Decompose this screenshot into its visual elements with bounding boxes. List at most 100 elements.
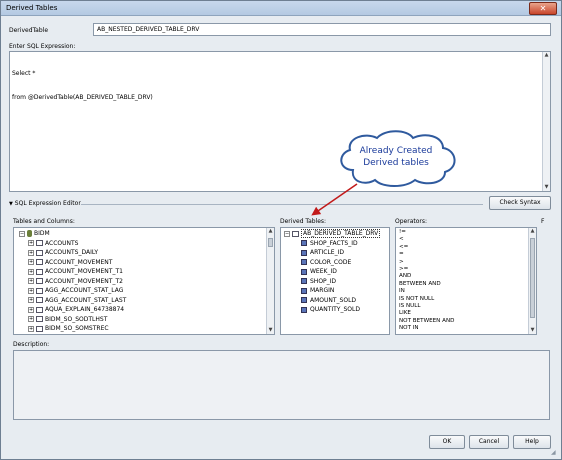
- operator-item[interactable]: IS NOT NULL: [399, 296, 434, 303]
- scroll-up-icon[interactable]: ▲: [543, 52, 550, 59]
- column-row[interactable]: WEEK_ID: [301, 267, 337, 276]
- operator-item[interactable]: NOT IN: [399, 325, 419, 332]
- derived-table-name-input[interactable]: AB_NESTED_DERIVED_TABLE_DRV: [93, 23, 551, 36]
- table-row[interactable]: + AGG_ACCOUNT_STAT_LAST: [28, 296, 126, 305]
- table-row[interactable]: + ACCOUNT_MOVEMENT: [28, 258, 112, 267]
- column-name: COLOR_CODE: [310, 258, 352, 266]
- tree-root-bidm[interactable]: − BIDM: [19, 229, 50, 238]
- tables-columns-label: Tables and Columns:: [13, 218, 75, 225]
- column-icon: [301, 297, 307, 303]
- table-row[interactable]: + ACCOUNT_MOVEMENT_T1: [28, 267, 123, 276]
- expand-icon[interactable]: +: [28, 287, 34, 294]
- expand-icon[interactable]: +: [28, 268, 34, 275]
- scroll-up-icon[interactable]: ▲: [529, 228, 536, 235]
- expand-icon[interactable]: +: [28, 306, 34, 313]
- sql-expression-editor-toggle[interactable]: ▼ SQL Expression Editor: [9, 200, 81, 207]
- check-syntax-button[interactable]: Check Syntax: [489, 196, 551, 210]
- expand-icon[interactable]: +: [28, 297, 34, 303]
- operator-item[interactable]: =: [399, 251, 404, 258]
- expand-icon[interactable]: +: [28, 316, 34, 322]
- table-icon: [36, 240, 43, 246]
- column-icon: [301, 278, 307, 284]
- column-icon: [301, 306, 307, 313]
- operator-item[interactable]: >=: [399, 266, 408, 273]
- table-name: BIDM_SO_SODTLHST: [45, 315, 108, 323]
- tables-columns-tree[interactable]: − BIDM + ACCOUNTS + ACCOUNTS_DAILY + ACCOUNT…: [13, 227, 275, 335]
- column-name: ARTICLE_ID: [310, 249, 344, 256]
- operator-item[interactable]: LIKE: [399, 310, 411, 317]
- annotation-line-1: Already Created: [359, 146, 433, 156]
- sql-expression-editor-label: SQL Expression Editor: [14, 200, 81, 207]
- sql-scrollbar[interactable]: ▲ ▼: [542, 52, 550, 191]
- derived-table-label: DerivedTable: [9, 27, 49, 34]
- description-label: Description:: [13, 341, 50, 348]
- description-box: [13, 350, 550, 420]
- expand-icon[interactable]: +: [28, 259, 34, 265]
- sql-expression-textarea[interactable]: Select * from @DerivedTable(AB_DERIVED_T…: [9, 51, 551, 192]
- annotation-text: Already Created Derived tables: [340, 145, 452, 169]
- operator-item[interactable]: !=: [399, 229, 406, 236]
- table-row[interactable]: + ACCOUNT_MOVEMENT_T2: [28, 277, 123, 286]
- column-icon: [301, 259, 307, 265]
- resize-grip-icon[interactable]: ◢: [551, 449, 559, 457]
- table-name: AGG_ACCOUNT_STAT_LAG: [45, 287, 124, 294]
- column-row[interactable]: ARTICLE_ID: [301, 248, 344, 257]
- expand-icon[interactable]: +: [28, 240, 34, 246]
- expand-icon[interactable]: +: [28, 249, 34, 256]
- scroll-thumb[interactable]: [268, 238, 273, 247]
- ok-button[interactable]: OK: [429, 435, 465, 449]
- table-row[interactable]: + AGG_ACCOUNT_STAT_LAG: [28, 286, 123, 295]
- close-button[interactable]: ✕: [529, 2, 557, 15]
- collapse-icon[interactable]: −: [19, 230, 25, 237]
- column-row[interactable]: QUANTITY_SOLD: [301, 305, 360, 314]
- derived-table-root-label: AB_DERIVED_TABLE_DRV: [301, 229, 381, 238]
- sql-line-2: from @DerivedTable(AB_DERIVED_TABLE_DRV): [12, 94, 153, 101]
- table-row[interactable]: + BIDM_SO_SOMSTREC: [28, 324, 109, 333]
- scroll-down-icon[interactable]: ▼: [267, 327, 274, 334]
- annotation-line-2: Derived tables: [363, 158, 429, 168]
- database-icon: [27, 230, 32, 237]
- column-row[interactable]: SHOP_FACTS_ID: [301, 239, 358, 248]
- derived-table-root[interactable]: − AB_DERIVED_TABLE_DRV: [284, 229, 381, 238]
- table-row[interactable]: + ACCOUNTS_DAILY: [28, 248, 98, 257]
- operators-list[interactable]: != < <= = > >= AND BETWEEN AND IN IS NOT…: [395, 227, 537, 335]
- column-icon: [301, 268, 307, 275]
- help-button[interactable]: Help: [513, 435, 551, 449]
- column-name: MARGIN: [310, 287, 335, 294]
- table-name: AGG_ACCOUNT_STAT_LAST: [45, 296, 127, 304]
- scroll-thumb[interactable]: [530, 238, 535, 318]
- collapse-icon[interactable]: −: [284, 230, 290, 237]
- operator-item[interactable]: BETWEEN AND: [399, 281, 441, 288]
- expand-icon[interactable]: +: [28, 278, 34, 284]
- table-row[interactable]: + AQUA_EXPLAIN_64738874: [28, 305, 124, 314]
- cancel-button[interactable]: Cancel: [469, 435, 509, 449]
- scroll-down-icon[interactable]: ▼: [543, 184, 550, 191]
- derived-tables-dialog: Derived Tables ✕ DerivedTable AB_NESTED_…: [0, 0, 562, 460]
- tables-scrollbar[interactable]: ▲ ▼: [266, 228, 274, 334]
- column-icon: [301, 287, 307, 294]
- operator-item[interactable]: <: [399, 236, 404, 243]
- column-row[interactable]: SHOP_ID: [301, 277, 336, 286]
- operator-item[interactable]: IS NULL: [399, 303, 421, 310]
- sql-line-1: Select *: [12, 70, 36, 77]
- table-name: ACCOUNTS: [45, 239, 79, 247]
- column-row[interactable]: MARGIN: [301, 286, 334, 295]
- table-row[interactable]: + ACCOUNTS: [28, 239, 78, 248]
- column-row[interactable]: COLOR_CODE: [301, 258, 351, 267]
- table-row[interactable]: + BIDM_SO_SODTLHST: [28, 315, 107, 324]
- column-name: SHOP_FACTS_ID: [310, 239, 358, 247]
- column-row[interactable]: AMOUNT_SOLD: [301, 296, 356, 305]
- derived-tables-tree[interactable]: − AB_DERIVED_TABLE_DRV SHOP_FACTS_ID ARTI…: [280, 227, 390, 335]
- operator-item[interactable]: AND: [399, 273, 411, 280]
- operator-item[interactable]: IN: [399, 288, 405, 295]
- operators-label: Operators:: [395, 218, 428, 225]
- operators-scrollbar[interactable]: ▲ ▼: [528, 228, 536, 334]
- column-icon: [301, 249, 307, 256]
- operator-item[interactable]: NOT BETWEEN AND: [399, 318, 454, 325]
- scroll-down-icon[interactable]: ▼: [529, 327, 536, 334]
- operator-item[interactable]: >: [399, 259, 404, 266]
- expand-icon[interactable]: +: [28, 325, 34, 332]
- scroll-up-icon[interactable]: ▲: [267, 228, 274, 235]
- collapse-arrow-icon: ▼: [9, 201, 13, 207]
- operator-item[interactable]: <=: [399, 244, 408, 251]
